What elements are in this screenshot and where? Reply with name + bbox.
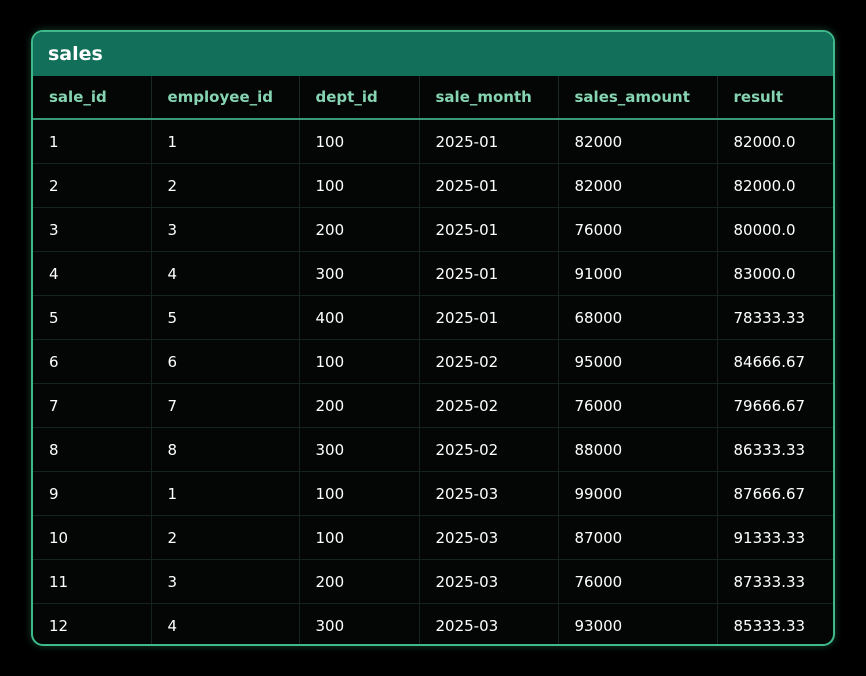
column-header-sale-id: sale_id	[33, 76, 152, 120]
sales-table-card: sales sale_id employee_id dept_id sale_m…	[31, 30, 835, 646]
sales-amount-cell: 91000	[558, 251, 718, 296]
table-row: 8 8 300 2025-02 88000 86333.33	[33, 427, 833, 472]
sale-id-cell: 12	[33, 603, 152, 644]
employee-id-cell: 2	[151, 163, 300, 208]
sales-amount-cell: 76000	[558, 559, 718, 604]
sale-id-cell: 7	[33, 383, 152, 428]
sales-amount-cell: 82000	[558, 163, 718, 208]
sale-month-cell: 2025-01	[419, 119, 559, 164]
sale-id-cell: 2	[33, 163, 152, 208]
table-row: 3 3 200 2025-01 76000 80000.0	[33, 207, 833, 252]
employee-id-cell: 1	[151, 119, 300, 164]
result-cell: 85333.33	[733, 616, 806, 635]
dept-id-cell: 300	[299, 427, 420, 472]
employee-id-cell: 3	[151, 207, 300, 252]
column-header-sale-month: sale_month	[419, 76, 559, 120]
sales-table: sale_id employee_id dept_id sale_month s…	[33, 76, 833, 644]
sales-amount-cell: 87000	[558, 515, 718, 560]
dept-id-cell: 100	[299, 471, 420, 516]
column-header-sales-amount: sales_amount	[558, 76, 718, 120]
result-cell: 79666.67	[717, 383, 833, 428]
result-cell: 83000.0	[717, 251, 833, 296]
result-cell: 82000.0	[717, 119, 833, 164]
table-row: 7 7 200 2025-02 76000 79666.67	[33, 383, 833, 428]
dept-id-cell: 300	[299, 251, 420, 296]
column-header-employee-id: employee_id	[151, 76, 300, 120]
sale-id-cell: 8	[33, 427, 152, 472]
sale-id-cell: 3	[33, 207, 152, 252]
result-cell: 86333.33	[717, 427, 833, 472]
employee-id-cell: 8	[151, 427, 300, 472]
employee-id-cell: 7	[151, 383, 300, 428]
table-title-bar: sales	[33, 32, 833, 76]
sale-month-cell: 2025-02	[419, 339, 559, 384]
result-cell: 87333.33	[717, 559, 833, 604]
sale-id-cell: 4	[33, 251, 152, 296]
dept-id-cell: 200	[299, 559, 420, 604]
column-header-result: result	[717, 76, 833, 120]
result-cell: 84666.67	[717, 339, 833, 384]
result-cell: 87666.67	[717, 471, 833, 516]
table-row: 2 2 100 2025-01 82000 82000.0	[33, 163, 833, 208]
dept-id-cell: 200	[299, 383, 420, 428]
sale-month-cell: 2025-03	[419, 559, 559, 604]
result-cell: 78333.33	[717, 295, 833, 340]
result-cell: 80000.0	[717, 207, 833, 252]
table-row: 10 2 100 2025-03 87000 91333.33	[33, 515, 833, 560]
employee-id-cell: 3	[151, 559, 300, 604]
sale-id-cell: 5	[33, 295, 152, 340]
sale-month-cell: 2025-03	[419, 471, 559, 516]
sale-month-cell: 2025-02	[419, 383, 559, 428]
dept-id-cell: 100	[299, 163, 420, 208]
result-cell: 82000.0	[717, 163, 833, 208]
result-cell: 91333.33	[717, 515, 833, 560]
employee-id-cell: 2	[151, 515, 300, 560]
sale-month-cell: 2025-03	[419, 515, 559, 560]
sale-month-cell: 2025-01	[419, 207, 559, 252]
sales-amount-cell: 76000	[558, 207, 718, 252]
sale-month-cell: 2025-01	[419, 295, 559, 340]
sales-amount-cell: 68000	[558, 295, 718, 340]
column-header-dept-id: dept_id	[299, 76, 420, 120]
dept-id-cell: 300	[299, 603, 420, 644]
sales-amount-cell: 82000	[558, 119, 718, 164]
sale-month-cell: 2025-01	[419, 251, 559, 296]
sales-amount-cell: 93000	[558, 603, 718, 644]
table-title: sales	[48, 43, 103, 65]
dept-id-cell: 200	[299, 207, 420, 252]
dept-id-cell: 100	[299, 119, 420, 164]
employee-id-cell: 4	[151, 603, 300, 644]
employee-id-cell: 5	[151, 295, 300, 340]
table-row: 6 6 100 2025-02 95000 84666.67	[33, 339, 833, 384]
sale-id-cell: 10	[33, 515, 152, 560]
sale-month-cell: 2025-02	[419, 427, 559, 472]
table-row: 12 4 300 2025-03 93000 85333.33	[33, 603, 833, 644]
table-row: 1 1 100 2025-01 82000 82000.0	[33, 119, 833, 164]
header-row: sale_id employee_id dept_id sale_month s…	[33, 76, 833, 120]
employee-id-cell: 4	[151, 251, 300, 296]
sale-month-cell: 2025-03	[419, 603, 559, 644]
dept-id-cell: 400	[299, 295, 420, 340]
table-row: 11 3 200 2025-03 76000 87333.33	[33, 559, 833, 604]
sale-id-cell: 9	[33, 471, 152, 516]
sales-amount-cell: 88000	[558, 427, 718, 472]
table-body: 1 1 100 2025-01 82000 82000.0 2 2 100 2025-01 8200…	[33, 119, 833, 644]
employee-id-cell: 6	[151, 339, 300, 384]
sale-month-cell: 2025-01	[419, 163, 559, 208]
sales-amount-cell: 99000	[558, 471, 718, 516]
dept-id-cell: 100	[299, 515, 420, 560]
table-row: 4 4 300 2025-01 91000 83000.0	[33, 251, 833, 296]
table-row: 9 1 100 2025-03 99000 87666.67	[33, 471, 833, 516]
sale-id-cell: 11	[33, 559, 152, 604]
sale-id-cell: 1	[33, 119, 152, 164]
table-row: 5 5 400 2025-01 68000 78333.33	[33, 295, 833, 340]
sales-amount-cell: 76000	[558, 383, 718, 428]
employee-id-cell: 1	[151, 471, 300, 516]
sales-amount-cell: 95000	[558, 339, 718, 384]
sale-id-cell: 6	[33, 339, 152, 384]
dept-id-cell: 100	[299, 339, 420, 384]
